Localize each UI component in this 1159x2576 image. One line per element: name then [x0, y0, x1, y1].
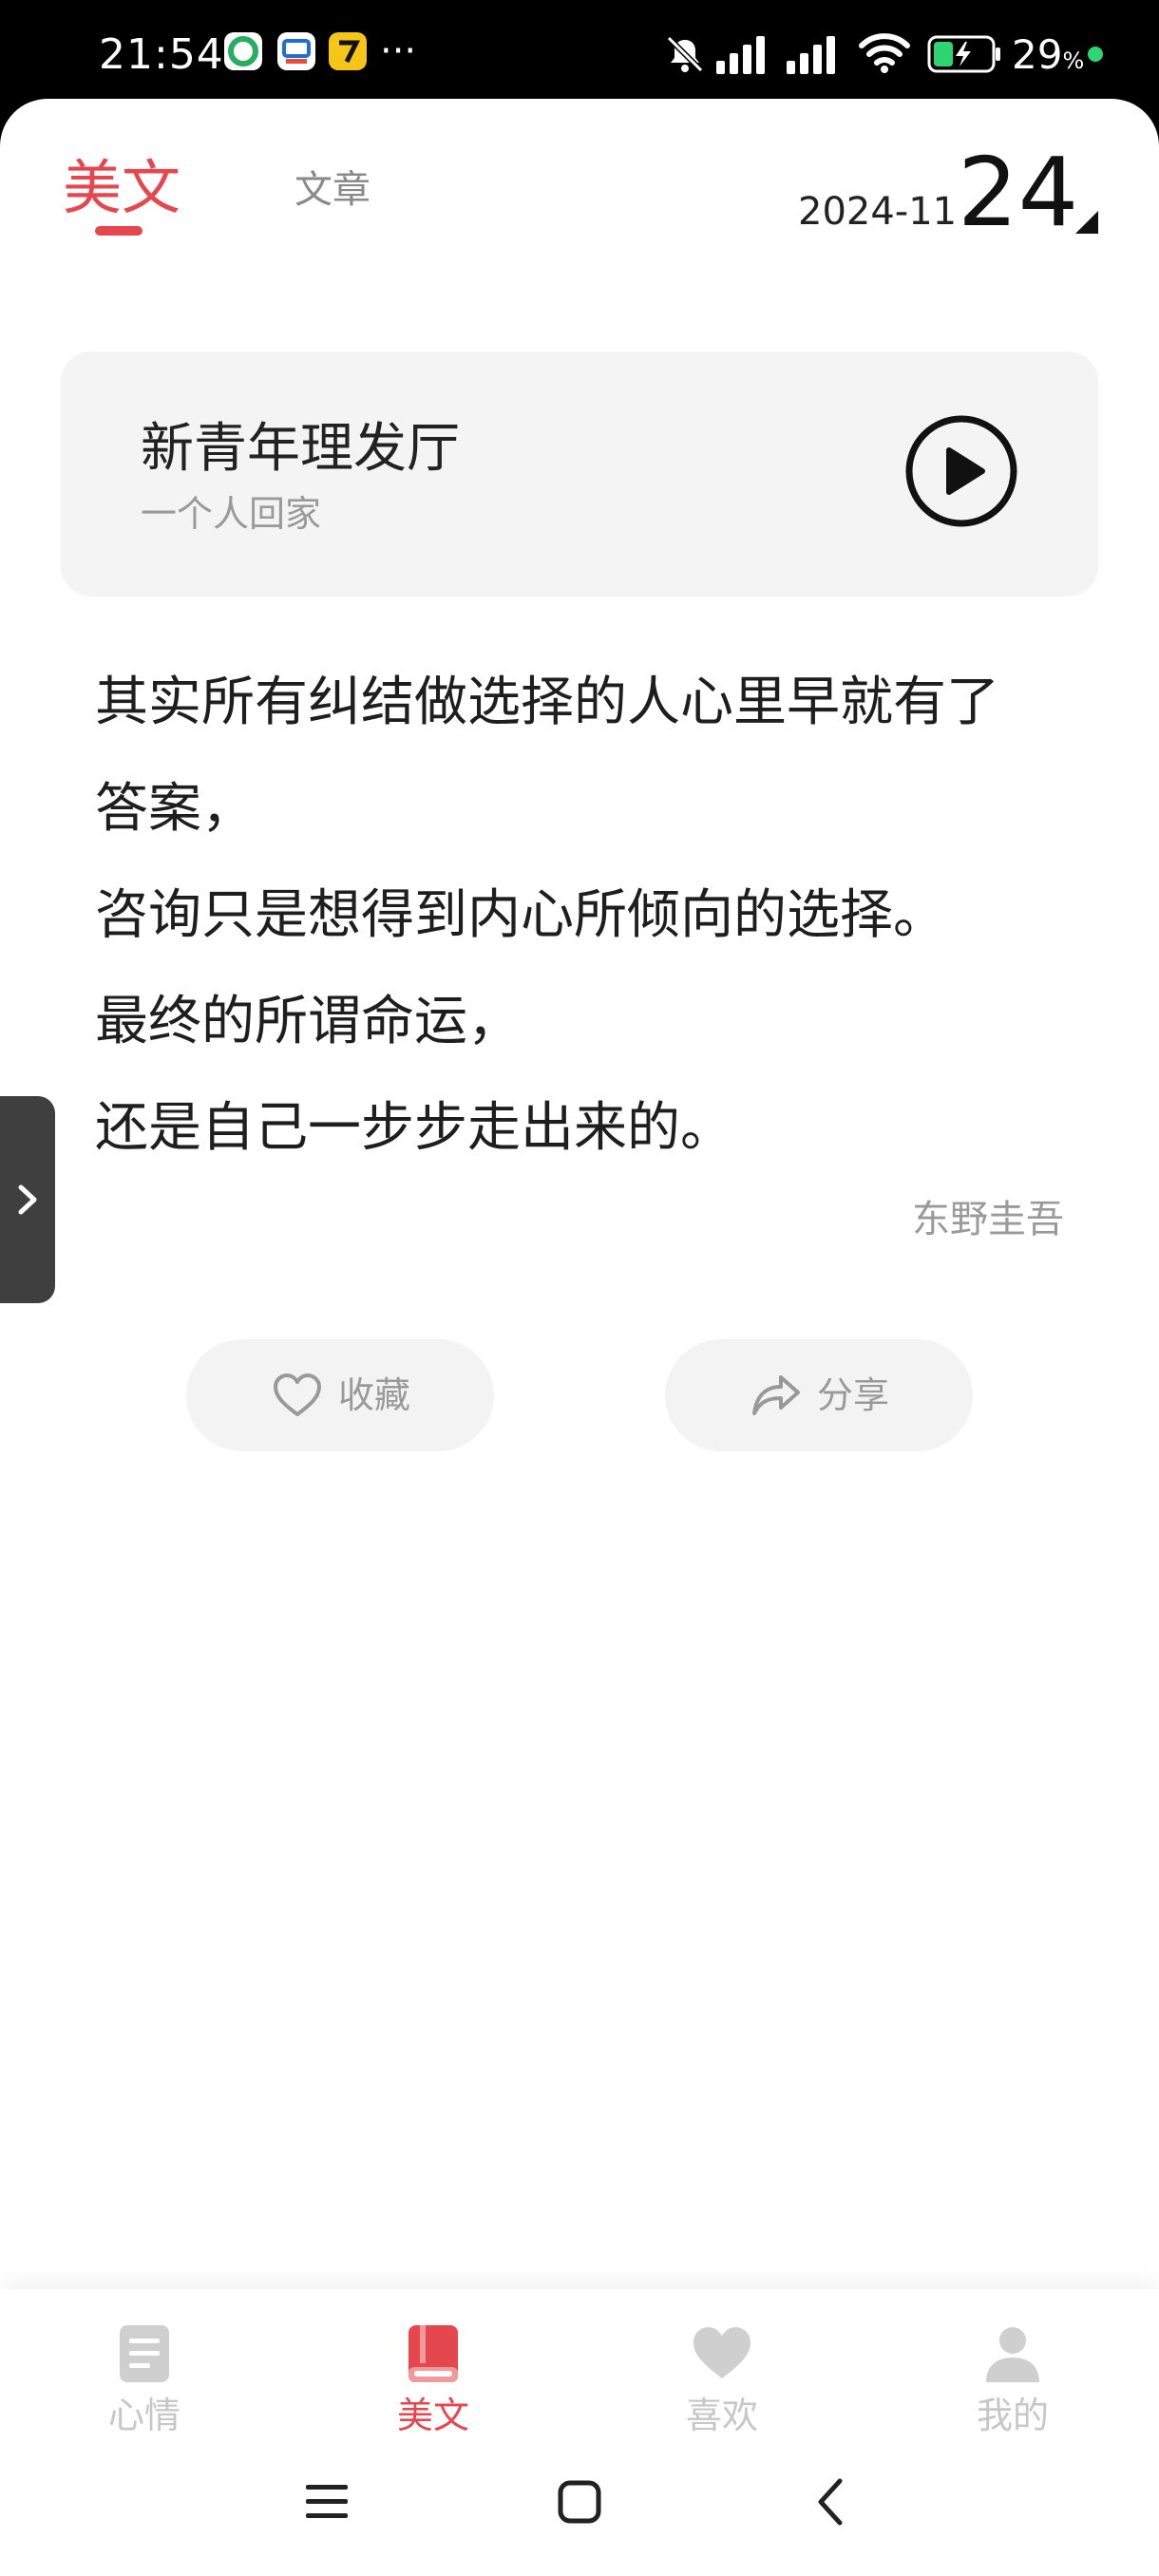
nav-item-xihuan[interactable]: 喜欢 [627, 2323, 817, 2437]
quote-line: 咨询只是想得到内心所倾向的选择。 [95, 884, 946, 946]
quote-line: 答案， [95, 778, 255, 840]
status-bar: 21:54 ··· 29% [0, 0, 1159, 104]
system-nav-bar [0, 2445, 1159, 2568]
app-blue-icon [277, 32, 315, 70]
battery-charging-icon [927, 35, 1000, 73]
chevron-right-icon [18, 1184, 37, 1215]
nav-item-wode[interactable]: 我的 [918, 2323, 1108, 2437]
side-drawer-handle[interactable] [0, 1096, 55, 1303]
quote-author: 东野圭吾 [912, 1198, 1064, 1241]
status-time: 21:54 [99, 30, 224, 79]
nav-item-xinqing[interactable]: 心情 [49, 2323, 239, 2437]
book-icon [408, 2325, 458, 2382]
music-artist: 一个人回家 [141, 493, 322, 535]
home-icon[interactable] [557, 2479, 602, 2525]
tab-wenzhang[interactable]: 文章 [294, 161, 370, 218]
date-day[interactable]: 24 [958, 141, 1078, 245]
share-button[interactable]: 分享 [665, 1339, 973, 1451]
person-icon [986, 2327, 1039, 2382]
music-title: 新青年理发厅 [141, 418, 460, 480]
nav-label: 喜欢 [685, 2395, 758, 2436]
tab-meiwen[interactable]: 美文 [63, 150, 180, 226]
quote-line: 其实所有纠结做选择的人心里早就有了 [95, 672, 999, 733]
play-icon[interactable] [904, 414, 1018, 528]
more-icon: ··· [380, 29, 417, 73]
quote-line: 最终的所谓命运， [95, 991, 521, 1052]
music-card[interactable]: 新青年理发厅 一个人回家 [61, 351, 1098, 597]
quote-line: 还是自己一步步走出来的。 [95, 1097, 733, 1159]
wifi-icon [859, 33, 910, 73]
nav-item-meiwen[interactable]: 美文 [338, 2323, 528, 2437]
app-content: 美文 文章 2024-11 24 新青年理发厅 一个人回家 其实所有纠结做选择的… [0, 99, 1159, 2576]
battery-percent: 29% [1012, 31, 1085, 78]
favorite-button[interactable]: 收藏 [186, 1339, 494, 1451]
nav-label: 我的 [976, 2395, 1049, 2436]
nav-label: 心情 [107, 2395, 180, 2436]
share-icon [752, 1375, 800, 1415]
date-year-month: 2024-11 [798, 190, 958, 234]
privacy-indicator-dot [1088, 47, 1103, 62]
app-green-icon [224, 32, 262, 70]
heart-outline-icon [274, 1373, 321, 1416]
share-label: 分享 [817, 1374, 890, 1416]
note-icon [120, 2325, 169, 2382]
heart-icon [694, 2327, 750, 2378]
app-yellow-icon [329, 32, 367, 70]
favorite-label: 收藏 [338, 1374, 411, 1416]
signal-icon [716, 36, 765, 74]
tab-active-indicator [95, 226, 142, 236]
nav-label: 美文 [396, 2395, 469, 2436]
quote-text: 其实所有纠结做选择的人心里早就有了 答案， 咨询只是想得到内心所倾向的选择。 最… [95, 650, 1074, 1182]
back-icon[interactable] [813, 2477, 847, 2527]
signal-icon [787, 36, 835, 74]
mute-icon [666, 35, 704, 73]
menu-icon[interactable] [304, 2481, 350, 2523]
date-picker-corner-icon[interactable] [1075, 211, 1098, 234]
